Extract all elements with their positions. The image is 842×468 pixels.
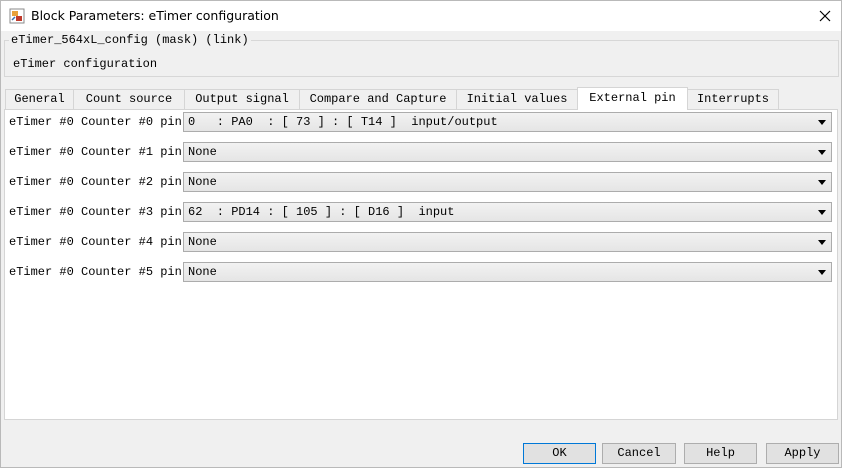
mask-description: eTimer configuration — [13, 57, 158, 71]
ok-button[interactable]: OK — [523, 443, 596, 464]
select-value: None — [188, 175, 217, 189]
tab-output-signal[interactable]: Output signal — [184, 89, 300, 109]
select-value: None — [188, 145, 217, 159]
counter-5-pin-label: eTimer #0 Counter #5 pin — [9, 265, 182, 279]
tab-interrupts[interactable]: Interrupts — [687, 89, 779, 109]
counter-5-pin-select[interactable]: None — [183, 262, 832, 282]
counter-3-pin-label: eTimer #0 Counter #3 pin — [9, 205, 182, 219]
tab-initial-values[interactable]: Initial values — [456, 89, 578, 109]
select-value: 62 : PD14 : [ 105 ] : [ D16 ] input — [188, 205, 455, 219]
close-button[interactable] — [809, 1, 841, 31]
apply-button[interactable]: Apply — [766, 443, 839, 464]
select-value: None — [188, 265, 217, 279]
dialog-window: Block Parameters: eTimer configuration e… — [0, 0, 842, 468]
counter-2-pin-label: eTimer #0 Counter #2 pin — [9, 175, 182, 189]
dropdown-arrow-icon — [818, 150, 826, 155]
tab-count-source[interactable]: Count source — [73, 89, 185, 109]
counter-1-pin-label: eTimer #0 Counter #1 pin — [9, 145, 182, 159]
counter-3-pin-select[interactable]: 62 : PD14 : [ 105 ] : [ D16 ] input — [183, 202, 832, 222]
dropdown-arrow-icon — [818, 270, 826, 275]
tab-general[interactable]: General — [5, 89, 74, 109]
simulink-block-icon — [9, 8, 25, 24]
close-icon — [819, 10, 831, 22]
dropdown-arrow-icon — [818, 240, 826, 245]
select-value: 0 : PA0 : [ 73 ] : [ T14 ] input/output — [188, 115, 498, 129]
counter-0-pin-label: eTimer #0 Counter #0 pin — [9, 115, 182, 129]
select-value: None — [188, 235, 217, 249]
window-title: Block Parameters: eTimer configuration — [31, 8, 279, 23]
help-button[interactable]: Help — [684, 443, 757, 464]
counter-4-pin-select[interactable]: None — [183, 232, 832, 252]
title-bar[interactable]: Block Parameters: eTimer configuration — [1, 1, 841, 31]
cancel-button[interactable]: Cancel — [602, 443, 676, 464]
dropdown-arrow-icon — [818, 120, 826, 125]
dropdown-arrow-icon — [818, 180, 826, 185]
counter-4-pin-label: eTimer #0 Counter #4 pin — [9, 235, 182, 249]
mask-type-label: eTimer_564xL_config (mask) (link) — [9, 33, 251, 47]
counter-0-pin-select[interactable]: 0 : PA0 : [ 73 ] : [ T14 ] input/output — [183, 112, 832, 132]
dropdown-arrow-icon — [818, 210, 826, 215]
tab-compare-and-capture[interactable]: Compare and Capture — [299, 89, 457, 109]
counter-2-pin-select[interactable]: None — [183, 172, 832, 192]
tab-external-pin[interactable]: External pin — [577, 87, 688, 110]
counter-1-pin-select[interactable]: None — [183, 142, 832, 162]
